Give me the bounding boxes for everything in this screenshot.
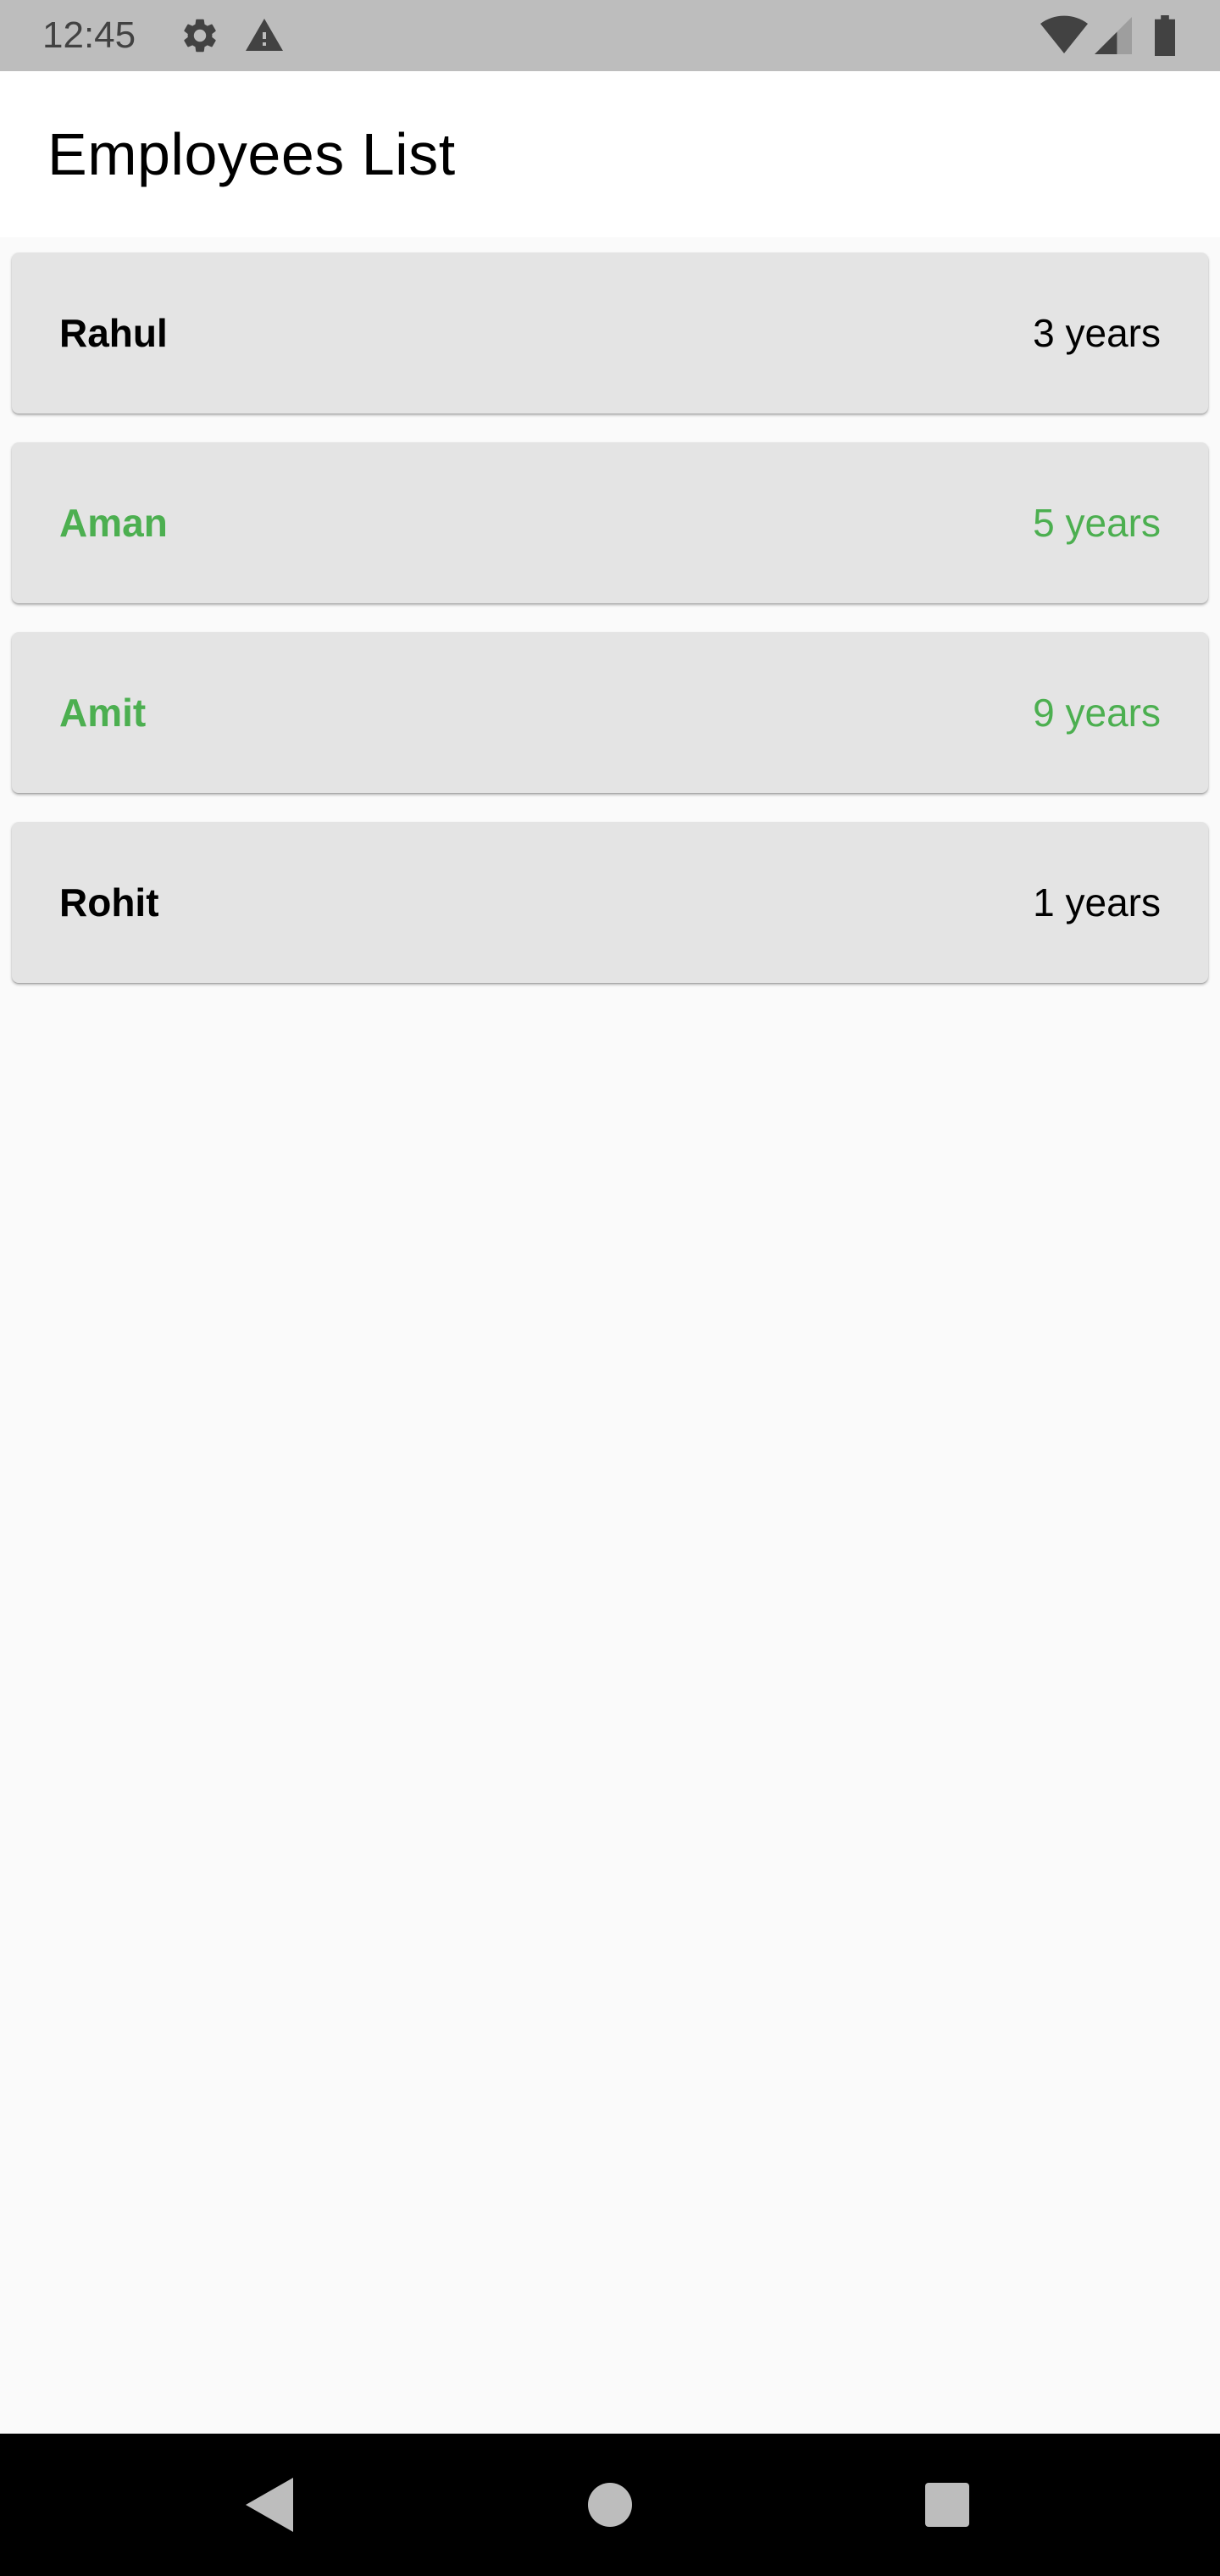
gear-icon [184,19,216,53]
employee-card[interactable]: Rohit 1 years [12,822,1208,983]
employee-card[interactable]: Aman 5 years [12,442,1208,603]
employee-name: Aman [59,501,168,545]
battery-icon [1155,15,1175,56]
employee-card[interactable]: Rahul 3 years [12,253,1208,414]
employee-experience: 9 years [1033,691,1161,735]
employee-experience: 5 years [1033,501,1161,545]
back-icon[interactable] [236,2471,303,2539]
wifi-icon [1040,15,1088,54]
employee-experience: 1 years [1033,880,1161,924]
home-icon[interactable] [576,2471,644,2539]
page-title: Employees List [47,121,456,187]
signal-icon [1095,17,1132,54]
employee-experience: 3 years [1033,311,1161,355]
employee-card[interactable]: Amit 9 years [12,632,1208,793]
warning-icon [246,19,283,51]
recents-icon[interactable] [913,2471,981,2539]
status-bar: 12:45 [0,0,1220,71]
employee-name: Rahul [59,311,168,355]
navigation-bar [0,2434,1220,2576]
app-bar: Employees List [0,71,1220,237]
employee-name: Amit [59,691,147,735]
status-time: 12:45 [42,14,136,56]
employee-name: Rohit [59,880,159,924]
